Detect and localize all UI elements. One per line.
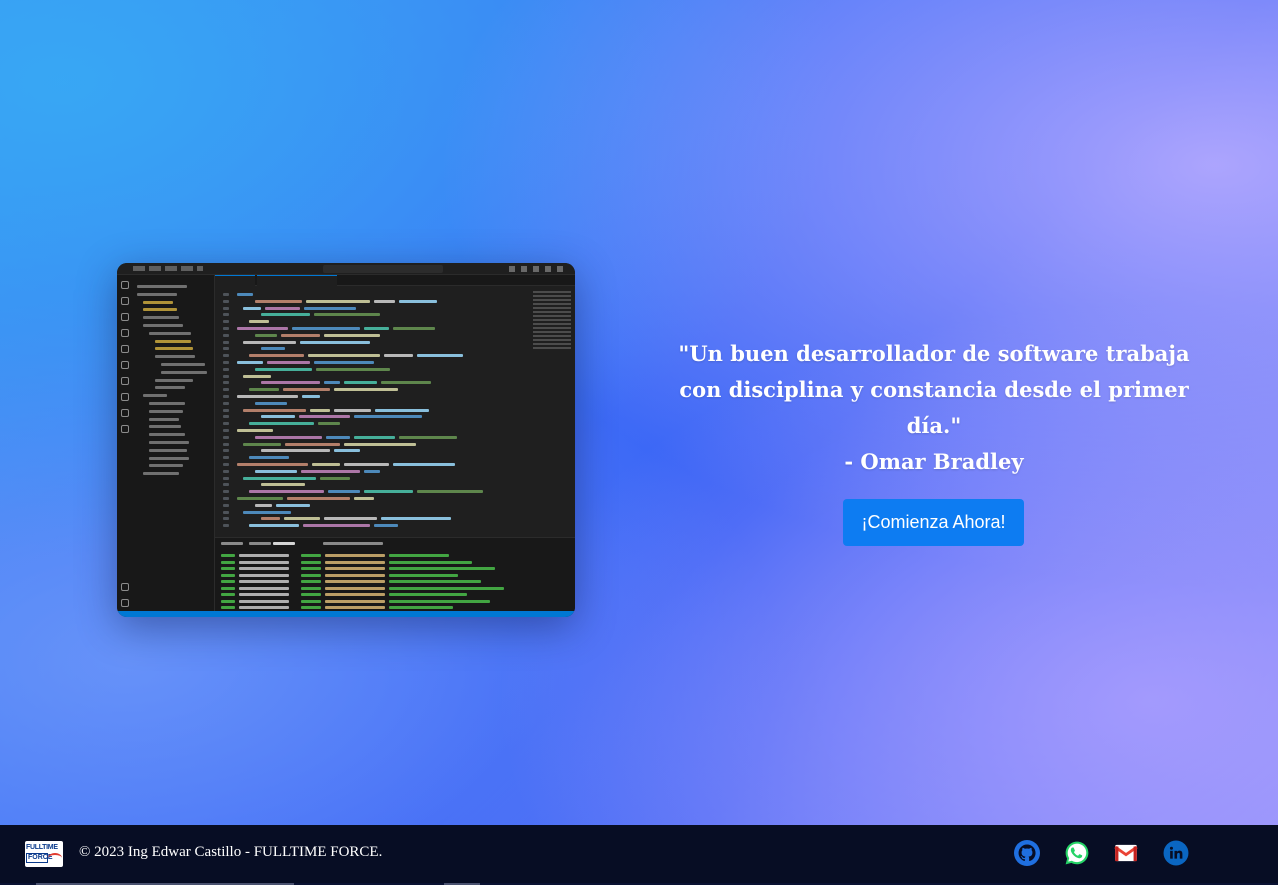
- quote-line: "Un buen desarrollador de software traba…: [678, 341, 1190, 366]
- editor-file-explorer: [133, 275, 215, 611]
- editor-terminal-panel: [215, 537, 575, 611]
- logo-text-top: FULLTIME: [26, 844, 58, 851]
- logo-text-bottom: FORCE: [26, 853, 53, 863]
- gmail-icon: [1114, 844, 1138, 862]
- code-editor-screenshot: [117, 263, 575, 617]
- quote-author: - Omar Bradley: [844, 449, 1024, 474]
- quote-line: día.": [906, 413, 962, 438]
- get-started-button[interactable]: ¡Comienza Ahora!: [843, 499, 1024, 546]
- editor-activity-bar: [117, 275, 133, 611]
- editor-search-bar: [323, 265, 443, 273]
- linkedin-icon: [1163, 840, 1189, 866]
- fulltime-force-logo: FULLTIME FORCE: [25, 841, 63, 867]
- github-link[interactable]: [1014, 840, 1040, 866]
- quote-block: "Un buen desarrollador de software traba…: [640, 336, 1228, 480]
- whatsapp-icon: [1065, 841, 1089, 865]
- quote-line: con disciplina y constancia desde el pri…: [679, 377, 1189, 402]
- editor-code-area: [215, 275, 575, 537]
- hero-section: "Un buen desarrollador de software traba…: [0, 0, 1278, 825]
- whatsapp-link[interactable]: [1064, 840, 1090, 866]
- linkedin-link[interactable]: [1163, 840, 1189, 866]
- editor-status-bar: [117, 611, 575, 617]
- github-icon: [1014, 840, 1040, 866]
- editor-titlebar: [117, 263, 575, 275]
- footer: FULLTIME FORCE © 2023 Ing Edwar Castillo…: [0, 825, 1278, 885]
- copyright-text: © 2023 Ing Edwar Castillo - FULLTIME FOR…: [79, 844, 383, 860]
- gmail-link[interactable]: [1113, 840, 1139, 866]
